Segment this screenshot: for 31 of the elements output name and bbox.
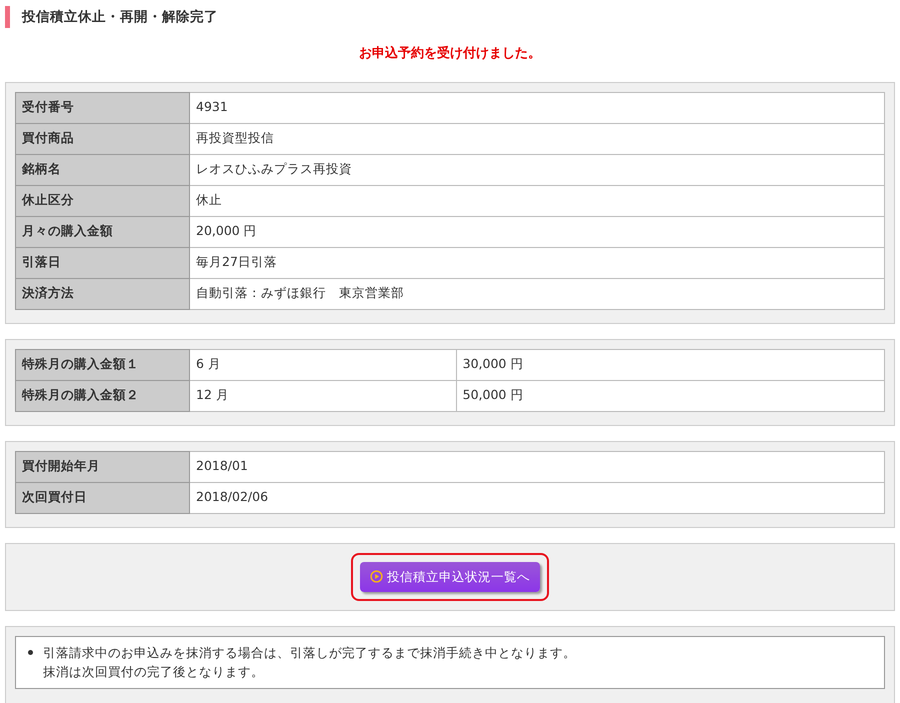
table-cell: 2018/02/06 (190, 482, 884, 513)
title-accent-bar (5, 6, 10, 28)
header-cell: 特殊月の購入金額２ (16, 380, 190, 411)
header-cell: 受付番号 (16, 92, 190, 123)
header-cell: 銘柄名 (16, 154, 190, 185)
table-cell: 6 月 (190, 349, 456, 380)
header-cell: 決済方法 (16, 278, 190, 309)
table-cell: 毎月27日引落 (190, 247, 884, 278)
table-cell: 50,000 円 (456, 380, 884, 411)
confirmation-message: お申込予約を受け付けました。 (358, 44, 542, 63)
table-cell: 4931 (190, 92, 884, 123)
header-cell: 次回買付日 (16, 482, 190, 513)
table-cell: 休止 (190, 185, 884, 216)
header-cell: 引落日 (16, 247, 190, 278)
note-text: 引落請求中のお申込みを抹消する場合は、引落しが完了するまで抹消手続き中となります。 抹消は次回買付の完了後となります。 (43, 644, 576, 682)
table-cell: 30,000 円 (456, 349, 884, 380)
table-cell: 2018/01 (190, 451, 884, 482)
play-circle-icon (370, 570, 383, 584)
list-link-button[interactable]: 投信積立申込状況一覧へ (360, 562, 540, 592)
header-cell: 買付商品 (16, 123, 190, 154)
header-cell: 休止区分 (16, 185, 190, 216)
header-cell: 特殊月の購入金額１ (16, 349, 190, 380)
table-cell: 自動引落：みずほ銀行 東京営業部 (190, 278, 884, 309)
table-cell: レオスひふみプラス再投資 (190, 154, 884, 185)
header-cell: 月々の購入金額 (16, 216, 190, 247)
table-cell: 20,000 円 (190, 216, 884, 247)
bullet-icon (28, 650, 33, 656)
table-cell: 12 月 (190, 380, 456, 411)
header-cell: 買付開始年月 (16, 451, 190, 482)
table-cell: 再投資型投信 (190, 123, 884, 154)
page-title: 投信積立休止・再開・解除完了 (22, 8, 218, 27)
